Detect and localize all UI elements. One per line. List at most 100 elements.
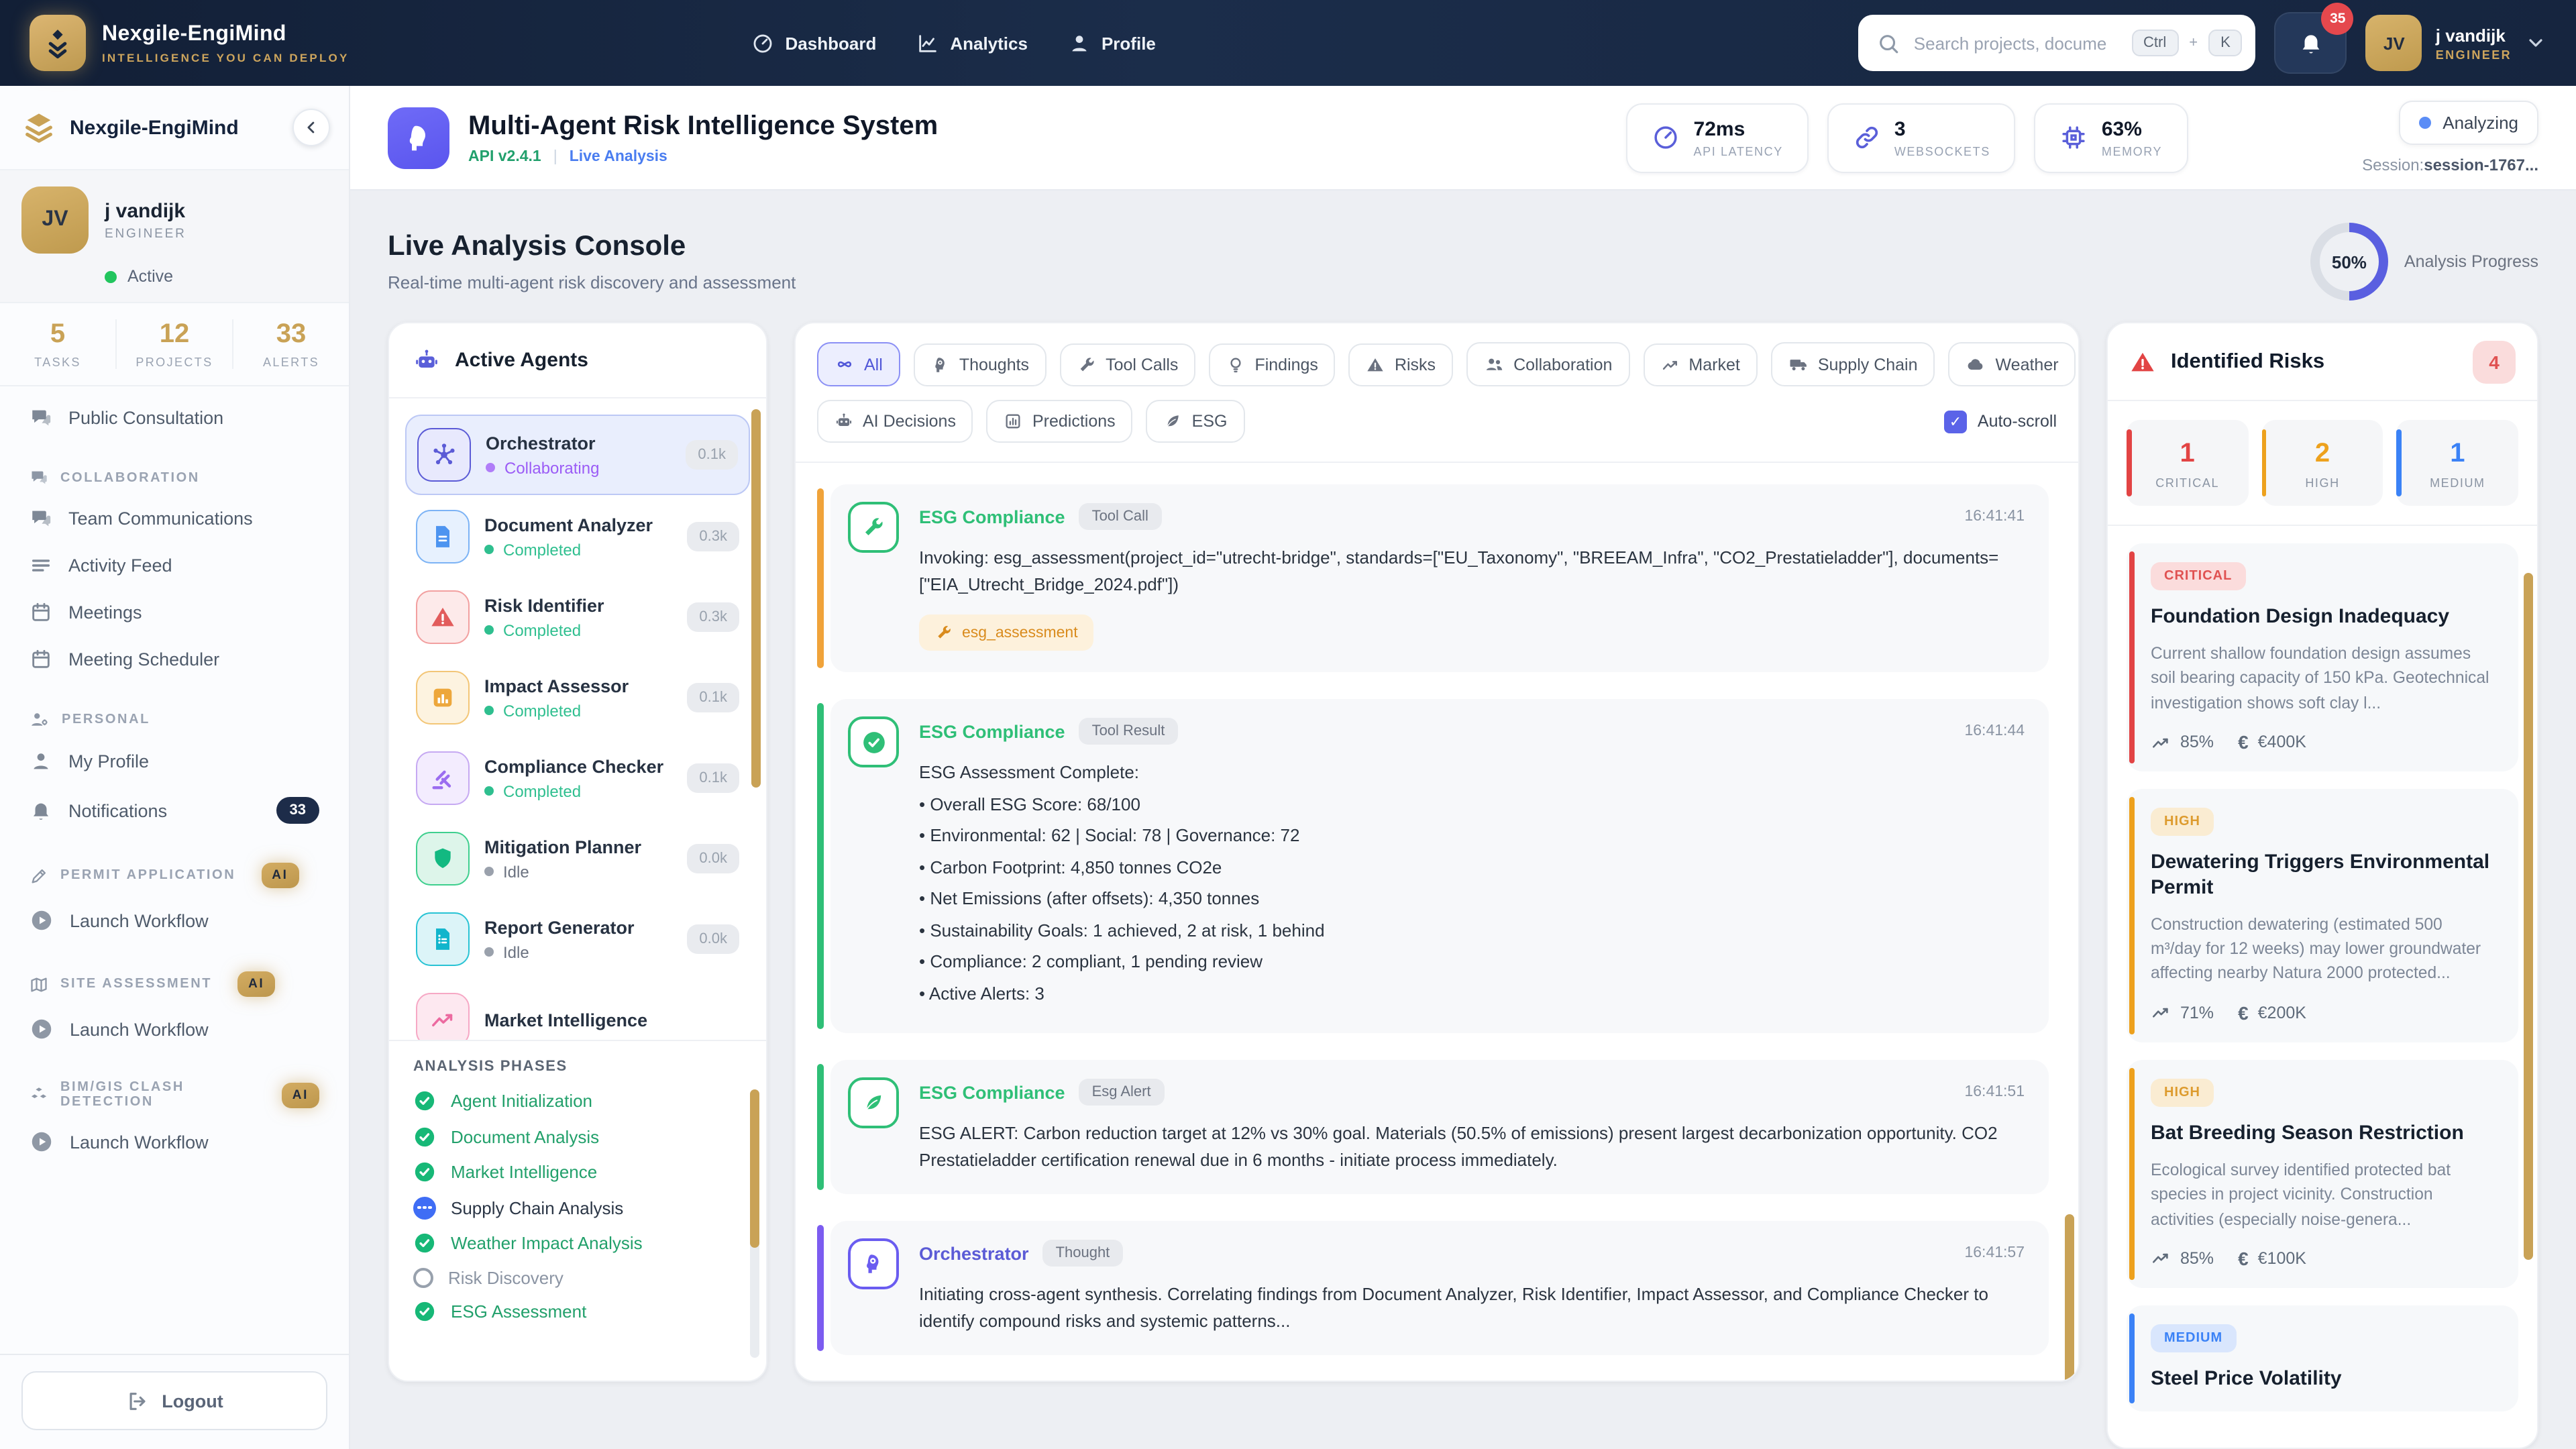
filter-tool-calls[interactable]: Tool Calls: [1060, 343, 1196, 386]
robot-icon: [413, 347, 440, 374]
message-tool-call[interactable]: ESG Compliance Tool Call 16:41:41 Invoking…: [817, 484, 2049, 672]
filter-findings[interactable]: Findings: [1209, 343, 1336, 386]
sidebar-item-launch-workflow-site[interactable]: Launch Workflow: [19, 1005, 330, 1053]
gavel-icon: [416, 751, 470, 805]
risk-title: Dewatering Triggers Environmental Permit: [2151, 851, 2490, 899]
summary-critical: 1 CRITICAL: [2127, 420, 2249, 506]
filter-ai-decisions[interactable]: AI Decisions: [817, 400, 973, 443]
status-badge: Analyzing: [2398, 101, 2538, 145]
agent-risk-identifier[interactable]: Risk Identifier Completed 0.3k: [405, 578, 750, 656]
sidebar-item-meeting-scheduler[interactable]: Meeting Scheduler: [19, 636, 330, 683]
analysis-progress-label: Analysis Progress: [2404, 252, 2538, 271]
trend-icon: [416, 993, 470, 1040]
message-type-chip: Thought: [1042, 1240, 1124, 1267]
bell-icon: [30, 799, 52, 822]
head-icon: [848, 1238, 899, 1289]
filter-predictions[interactable]: Predictions: [986, 400, 1133, 443]
phase-market-intelligence: Market Intelligence: [413, 1161, 742, 1183]
user-menu[interactable]: JV j vandijk ENGINEER: [2365, 15, 2546, 71]
risk-cost: € €400K: [2238, 731, 2306, 753]
message-time: 16:41:41: [1964, 508, 2025, 525]
agent-compliance-checker[interactable]: Compliance Checker Completed 0.1k: [405, 739, 750, 817]
filter-supply-chain[interactable]: Supply Chain: [1770, 342, 1935, 386]
file-icon: [416, 912, 470, 966]
phase-weather-impact-analysis: Weather Impact Analysis: [413, 1232, 742, 1254]
notifications-button[interactable]: 35: [2274, 3, 2354, 74]
trend-icon: [1660, 355, 1679, 374]
filter-collaboration[interactable]: Collaboration: [1466, 342, 1630, 386]
search-input[interactable]: [1911, 32, 2121, 54]
token-badge: 0.0k: [687, 844, 739, 873]
feed-filters: All Thoughts Tool Calls Findings Risks C…: [796, 323, 2078, 463]
calendar-icon: [30, 648, 52, 671]
brand-logo: [30, 15, 86, 71]
sidebar-item-activity-feed[interactable]: Activity Feed: [19, 542, 330, 589]
tool-tag[interactable]: esg_assessment: [919, 614, 1094, 651]
message-esg-alert[interactable]: ESG Compliance Esg Alert 16:41:51 ESG ALER…: [817, 1060, 2049, 1194]
user-status: Active: [127, 267, 174, 286]
main-area: Multi-Agent Risk Intelligence System API…: [350, 86, 2576, 1449]
sidebar-item-notifications[interactable]: Notifications 33: [19, 785, 330, 836]
risk-description: Ecological survey identified protected b…: [2151, 1160, 2451, 1228]
check-icon: [413, 1300, 436, 1323]
page-header: Multi-Agent Risk Intelligence System API…: [350, 86, 2576, 191]
sidebar-item-public-consultation[interactable]: Public Consultation: [19, 394, 330, 441]
phases-scrollbar[interactable]: [750, 1089, 759, 1248]
feed-scrollbar[interactable]: [2065, 1214, 2074, 1381]
agent-report-generator[interactable]: Report Generator Idle 0.0k: [405, 900, 750, 978]
logout-button[interactable]: Logout: [21, 1371, 327, 1430]
users-icon: [1484, 354, 1504, 374]
risks-scrollbar[interactable]: [2524, 573, 2533, 1260]
filter-weather[interactable]: Weather: [1948, 342, 2076, 386]
nav-analytics[interactable]: Analytics: [916, 32, 1028, 54]
token-badge: 0.3k: [687, 522, 739, 551]
message-thought[interactable]: Orchestrator Thought 16:41:57 Initiating c…: [817, 1221, 2049, 1355]
severity-badge: HIGH: [2151, 808, 2214, 837]
nav-dashboard[interactable]: Dashboard: [752, 32, 876, 54]
risk-card-steel-price[interactable]: MEDIUM Steel Price Volatility: [2127, 1305, 2518, 1411]
sidebar-item-meetings[interactable]: Meetings: [19, 589, 330, 636]
risk-card-dewatering[interactable]: HIGH Dewatering Triggers Environmental P…: [2127, 789, 2518, 1042]
sidebar-item-team-communications[interactable]: Team Communications: [19, 495, 330, 542]
sidebar-item-launch-workflow-bim[interactable]: Launch Workflow: [19, 1118, 330, 1166]
lightbulb-icon: [1226, 355, 1245, 374]
filter-market[interactable]: Market: [1643, 343, 1758, 386]
chat-icon: [30, 407, 52, 429]
agents-scrollbar[interactable]: [751, 409, 761, 788]
phase-document-analysis: Document Analysis: [413, 1125, 742, 1148]
agent-market-intelligence[interactable]: Market Intelligence: [405, 981, 750, 1040]
pen-icon: [30, 866, 48, 885]
user-name: j vandijk: [2435, 25, 2506, 45]
agent-mitigation-planner[interactable]: Mitigation Planner Idle 0.0k: [405, 820, 750, 898]
check-icon: [413, 1232, 436, 1254]
risk-card-foundation[interactable]: CRITICAL Foundation Design Inadequacy Cu…: [2127, 543, 2518, 772]
agent-impact-assessor[interactable]: Impact Assessor Completed 0.1k: [405, 659, 750, 737]
filter-risks[interactable]: Risks: [1348, 343, 1454, 386]
filter-thoughts[interactable]: Thoughts: [913, 343, 1047, 386]
sidebar-item-launch-workflow-permit[interactable]: Launch Workflow: [19, 896, 330, 945]
risk-card-bat-breeding[interactable]: HIGH Bat Breeding Season Restriction Eco…: [2127, 1059, 2518, 1288]
sidebar-collapse-button[interactable]: [292, 109, 330, 146]
filter-esg[interactable]: ESG: [1146, 400, 1245, 443]
agent-document-analyzer[interactable]: Document Analyzer Completed 0.3k: [405, 498, 750, 576]
nav-profile[interactable]: Profile: [1068, 32, 1156, 54]
app-root: Nexgile-EngiMind INTELLIGENCE YOU CAN DE…: [0, 0, 2576, 1449]
document-icon: [416, 510, 470, 564]
message-time: 16:41:44: [1964, 723, 2025, 739]
notifications-badge: 33: [276, 797, 319, 824]
check-icon: [848, 716, 899, 767]
section-bim-gis-clash-detection: BIM/GIS CLASH DETECTION AI: [30, 1080, 319, 1110]
filter-all[interactable]: All: [817, 342, 900, 386]
sidebar-item-my-profile[interactable]: My Profile: [19, 738, 330, 785]
message-tool-result[interactable]: ESG Compliance Tool Result 16:41:44 ESG As…: [817, 699, 2049, 1033]
agent-orchestrator[interactable]: Orchestrator Collaborating 0.1k: [405, 415, 750, 495]
risk-probability: 71%: [2151, 1003, 2214, 1023]
message-agent: ESG Compliance: [919, 1082, 1065, 1102]
risk-probability: 85%: [2151, 1248, 2214, 1269]
live-analysis-link[interactable]: Live Analysis: [570, 148, 667, 164]
analytics-icon: [916, 32, 939, 54]
section-personal: PERSONAL: [30, 710, 319, 730]
autoscroll-toggle[interactable]: ✓ Auto-scroll: [1943, 410, 2057, 433]
check-icon: [413, 1125, 436, 1148]
ai-badge: AI: [237, 971, 276, 997]
